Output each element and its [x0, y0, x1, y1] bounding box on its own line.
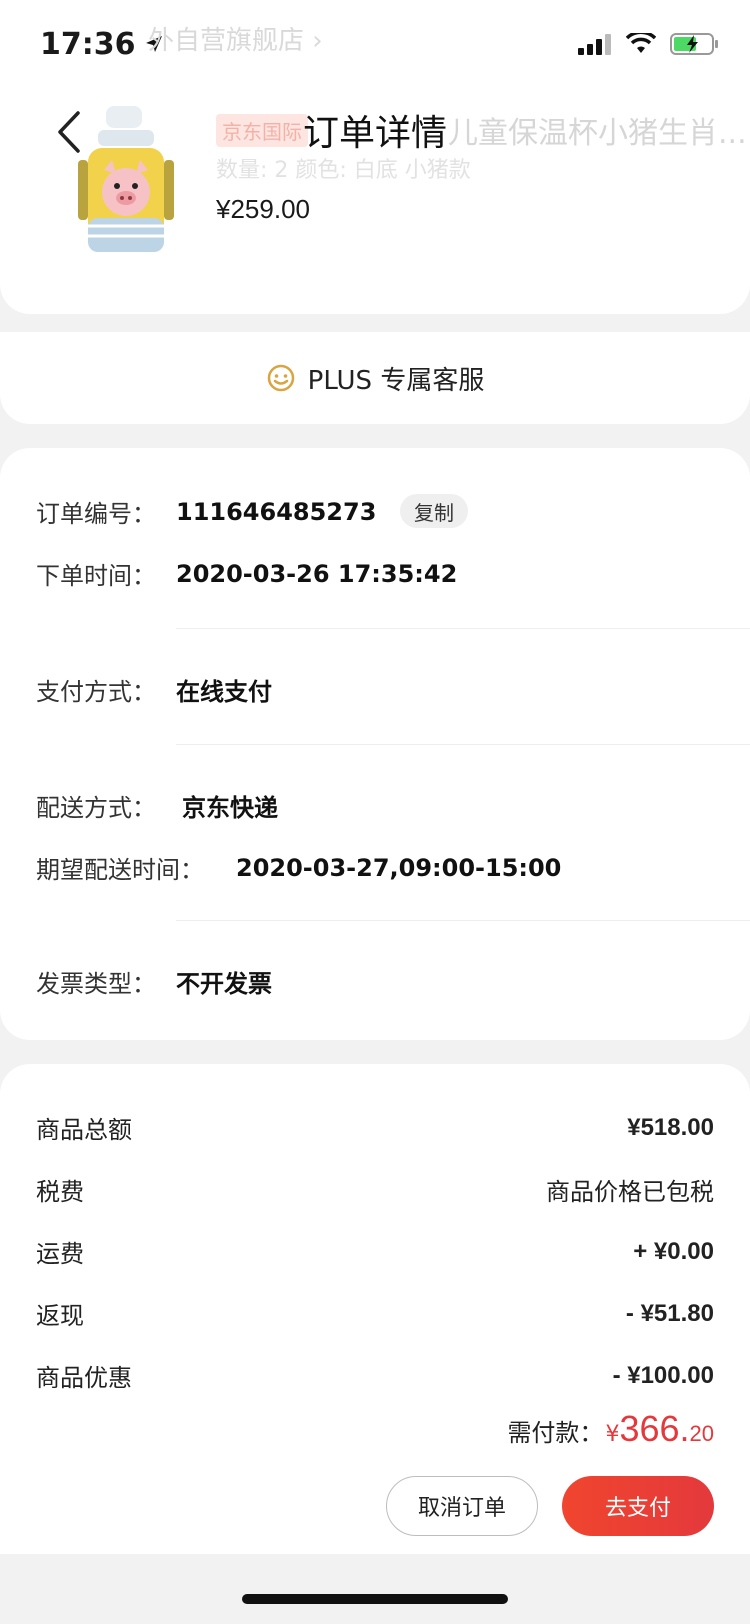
payable-integer: 366. [619, 1408, 690, 1449]
invoice-type-label: 发票类型： [36, 970, 156, 998]
copy-order-number-button[interactable]: 复制 [400, 494, 468, 528]
payable-decimal: 20 [689, 1421, 714, 1446]
expected-delivery-row: 期望配送时间： 2020-03-27,09:00-15:00 [36, 850, 561, 885]
status-bar: 17:36 [0, 0, 750, 88]
cellular-signal-icon [578, 34, 611, 55]
wifi-icon [626, 33, 656, 53]
payable-currency: ¥ [605, 1422, 620, 1447]
status-icons [578, 32, 720, 56]
subtotal-row: 商品总额 ¥518.00 [36, 1110, 714, 1145]
order-number: 111646485273 [176, 497, 377, 526]
plus-service-label: PLUS 专属客服 [307, 365, 485, 396]
battery-charging-icon [670, 33, 718, 55]
expected-delivery-label: 期望配送时间： [36, 856, 204, 884]
expected-delivery-time: 2020-03-27,09:00-15:00 [236, 853, 562, 882]
divider [176, 744, 750, 745]
order-time-row: 下单时间： 2020-03-26 17:35:42 [36, 556, 457, 591]
delivery-method: 京东快递 [182, 794, 278, 822]
cashback-row: 返现 - ¥51.80 [36, 1296, 714, 1331]
store-name-faded: 外自营旗舰店 › [148, 26, 323, 56]
payable-label: 需付款： [507, 1419, 604, 1447]
order-time: 2020-03-26 17:35:42 [176, 559, 458, 588]
cashback-label: 返现 [36, 1302, 84, 1330]
order-number-row: 订单编号： 111646485273 [36, 494, 376, 529]
page-title: 订单详情 [302, 113, 447, 154]
payable-amount: 需付款： ¥ 366. 20 [507, 1408, 714, 1450]
plus-service-button[interactable]: PLUS 专属客服 [0, 332, 750, 424]
invoice-type-row: 发票类型： 不开发票 [36, 964, 272, 999]
tax-value: 商品价格已包税 [546, 1179, 714, 1206]
payment-method: 在线支付 [176, 678, 272, 706]
delivery-method-label: 配送方式： [36, 794, 156, 822]
discount-label: 商品优惠 [36, 1364, 132, 1392]
cancel-order-button[interactable]: 取消订单 [386, 1476, 538, 1536]
tax-row: 税费 商品价格已包税 [36, 1172, 714, 1207]
discount-value: - ¥100.00 [612, 1361, 714, 1389]
order-time-label: 下单时间： [36, 562, 156, 590]
divider [176, 628, 750, 629]
subtotal-value: ¥518.00 [627, 1113, 714, 1141]
clock: 17:36 [40, 26, 136, 62]
delivery-method-row: 配送方式： 京东快递 [36, 788, 278, 823]
product-price: ¥259.00 [216, 194, 310, 224]
pay-button[interactable]: 去支付 [562, 1476, 714, 1536]
invoice-type: 不开发票 [176, 970, 272, 998]
shipping-label: 运费 [36, 1240, 84, 1268]
status-time: 17:36 [40, 27, 164, 62]
payment-method-row: 支付方式： 在线支付 [36, 672, 272, 707]
shipping-row: 运费 + ¥0.00 [36, 1234, 714, 1269]
subtotal-label: 商品总额 [36, 1116, 132, 1144]
cashback-value: - ¥51.80 [625, 1299, 714, 1327]
payment-method-label: 支付方式： [36, 678, 156, 706]
product-spec-faded: 数量: 2 颜色: 白底 小猪款 [216, 158, 471, 183]
tax-label: 税费 [36, 1178, 84, 1206]
home-indicator[interactable] [242, 1594, 508, 1604]
discount-row: 商品优惠 - ¥100.00 [36, 1358, 714, 1393]
divider [176, 920, 750, 921]
shipping-value: + ¥0.00 [633, 1237, 714, 1265]
order-number-label: 订单编号： [36, 500, 156, 528]
customer-service-icon [267, 364, 294, 392]
